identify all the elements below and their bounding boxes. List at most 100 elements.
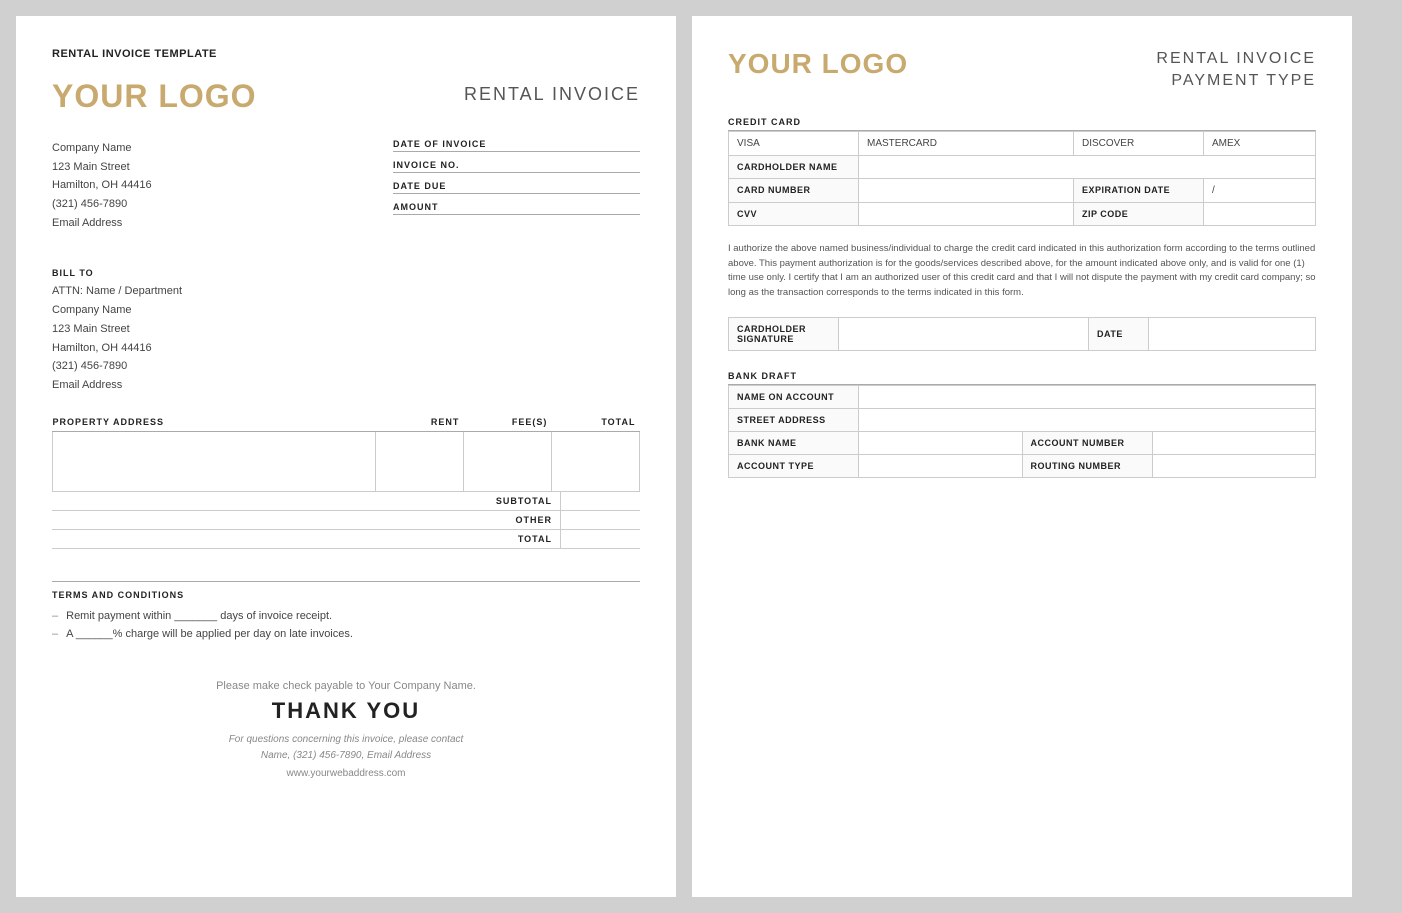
bank-name-value bbox=[859, 431, 1023, 454]
totals-section: SUBTOTAL OTHER TOTAL bbox=[52, 492, 640, 549]
card-type-row: VISA MASTERCARD DISCOVER AMEX bbox=[729, 131, 1316, 155]
auth-text: I authorize the above named business/ind… bbox=[728, 242, 1316, 301]
signature-row: CARDHOLDERSIGNATURE DATE bbox=[729, 317, 1316, 350]
bill-street: 123 Main Street bbox=[52, 320, 640, 339]
sig-date-label: DATE bbox=[1089, 317, 1149, 350]
name-on-account-row: NAME ON ACCOUNT bbox=[729, 385, 1316, 408]
company-info: Company Name 123 Main Street Hamilton, O… bbox=[52, 139, 375, 232]
footer-thankyou: THANK YOU bbox=[52, 698, 640, 724]
right-title-line1: RENTAL INVOICE bbox=[1156, 48, 1316, 70]
left-invoice-title: RENTAL INVOICE bbox=[464, 78, 640, 105]
logo-invoice-row: YOUR LOGO RENTAL INVOICE bbox=[52, 78, 640, 115]
amex-cell: AMEX bbox=[1203, 131, 1315, 155]
company-city: Hamilton, OH 44416 bbox=[52, 176, 375, 195]
credit-card-section: CREDIT CARD VISA MASTERCARD DISCOVER AME… bbox=[728, 117, 1316, 226]
bank-draft-table: NAME ON ACCOUNT STREET ADDRESS BANK NAME… bbox=[728, 385, 1316, 478]
subtotal-row: SUBTOTAL bbox=[52, 492, 640, 511]
other-value bbox=[560, 511, 640, 529]
bill-to-section: BILL TO ATTN: Name / Department Company … bbox=[52, 268, 640, 394]
sig-date-value bbox=[1149, 317, 1316, 350]
cardholder-sig-value bbox=[839, 317, 1089, 350]
other-row: OTHER bbox=[52, 511, 640, 530]
footer-web: www.yourwebaddress.com bbox=[52, 768, 640, 779]
cell-property bbox=[53, 431, 376, 491]
company-email: Email Address bbox=[52, 214, 375, 233]
date-of-invoice-label: DATE OF INVOICE bbox=[393, 139, 640, 152]
account-number-label: ACCOUNT NUMBER bbox=[1022, 431, 1152, 454]
card-number-value bbox=[859, 178, 1074, 202]
invoice-no-label: INVOICE NO. bbox=[393, 160, 640, 173]
footer-contact-line1: For questions concerning this invoice, p… bbox=[52, 732, 640, 748]
cardholder-sig-label: CARDHOLDERSIGNATURE bbox=[729, 317, 839, 350]
account-number-value bbox=[1152, 431, 1316, 454]
right-page: YOUR LOGO RENTAL INVOICE PAYMENT TYPE CR… bbox=[692, 16, 1352, 897]
total-row: TOTAL bbox=[52, 530, 640, 549]
total-value bbox=[560, 530, 640, 548]
street-address-label: STREET ADDRESS bbox=[729, 408, 859, 431]
street-address-value bbox=[859, 408, 1316, 431]
cell-total bbox=[551, 431, 639, 491]
col-rent: RENT bbox=[375, 413, 463, 432]
discover-cell: DISCOVER bbox=[1073, 131, 1203, 155]
subtotal-value bbox=[560, 492, 640, 510]
card-number-label: CARD NUMBER bbox=[729, 178, 859, 202]
signature-table: CARDHOLDERSIGNATURE DATE bbox=[728, 317, 1316, 351]
left-page: RENTAL INVOICE TEMPLATE YOUR LOGO RENTAL… bbox=[16, 16, 676, 897]
routing-number-value bbox=[1152, 454, 1316, 477]
template-title: RENTAL INVOICE TEMPLATE bbox=[52, 48, 640, 60]
amount-label: AMOUNT bbox=[393, 202, 640, 215]
footer-contact-line2: Name, (321) 456-7890, Email Address bbox=[52, 748, 640, 764]
bill-to-label: BILL TO bbox=[52, 268, 640, 278]
footer-section: Please make check payable to Your Compan… bbox=[52, 680, 640, 779]
company-info-block: Company Name 123 Main Street Hamilton, O… bbox=[52, 139, 375, 250]
cvv-row: CVV ZIP CODE bbox=[729, 202, 1316, 225]
cardholder-name-label: CARDHOLDER NAME bbox=[729, 155, 859, 178]
company-street: 123 Main Street bbox=[52, 158, 375, 177]
bill-attn: ATTN: Name / Department bbox=[52, 282, 640, 301]
bank-name-row: BANK NAME ACCOUNT NUMBER bbox=[729, 431, 1316, 454]
street-address-row: STREET ADDRESS bbox=[729, 408, 1316, 431]
footer-check: Please make check payable to Your Compan… bbox=[52, 680, 640, 692]
bill-phone: (321) 456-7890 bbox=[52, 357, 640, 376]
col-property: PROPERTY ADDRESS bbox=[53, 413, 376, 432]
invoice-fields-block: DATE OF INVOICE INVOICE NO. DATE DUE AMO… bbox=[393, 139, 640, 250]
bank-name-label: BANK NAME bbox=[729, 431, 859, 454]
name-on-account-label: NAME ON ACCOUNT bbox=[729, 385, 859, 408]
zip-code-label: ZIP CODE bbox=[1073, 202, 1203, 225]
name-on-account-value bbox=[859, 385, 1316, 408]
terms-title: TERMS AND CONDITIONS bbox=[52, 590, 640, 600]
right-title: RENTAL INVOICE PAYMENT TYPE bbox=[1156, 48, 1316, 93]
right-logo: YOUR LOGO bbox=[728, 48, 908, 80]
right-header: YOUR LOGO RENTAL INVOICE PAYMENT TYPE bbox=[728, 48, 1316, 93]
table-row bbox=[53, 431, 640, 491]
terms-section: TERMS AND CONDITIONS Remit payment withi… bbox=[52, 581, 640, 640]
account-type-label: ACCOUNT TYPE bbox=[729, 454, 859, 477]
company-name: Company Name bbox=[52, 139, 375, 158]
bill-email: Email Address bbox=[52, 376, 640, 395]
cvv-label: CVV bbox=[729, 202, 859, 225]
expiration-date-label: EXPIRATION DATE bbox=[1073, 178, 1203, 202]
cvv-value bbox=[859, 202, 1074, 225]
routing-number-label: ROUTING NUMBER bbox=[1022, 454, 1152, 477]
col-fees: FEE(S) bbox=[463, 413, 551, 432]
terms-item-1: Remit payment within _______ days of inv… bbox=[52, 610, 640, 622]
bill-city: Hamilton, OH 44416 bbox=[52, 339, 640, 358]
card-number-row: CARD NUMBER EXPIRATION DATE / bbox=[729, 178, 1316, 202]
bill-to-info: ATTN: Name / Department Company Name 123… bbox=[52, 282, 640, 394]
property-table: PROPERTY ADDRESS RENT FEE(S) TOTAL bbox=[52, 413, 640, 492]
visa-cell: VISA bbox=[729, 131, 859, 155]
subtotal-label: SUBTOTAL bbox=[440, 492, 560, 510]
bank-draft-section: BANK DRAFT NAME ON ACCOUNT STREET ADDRES… bbox=[728, 371, 1316, 478]
terms-item-2: A ______% charge will be applied per day… bbox=[52, 628, 640, 640]
col-total: TOTAL bbox=[551, 413, 639, 432]
cardholder-name-row: CARDHOLDER NAME bbox=[729, 155, 1316, 178]
other-label: OTHER bbox=[440, 511, 560, 529]
bank-draft-label: BANK DRAFT bbox=[728, 371, 1316, 385]
total-label: TOTAL bbox=[440, 530, 560, 548]
zip-code-value bbox=[1203, 202, 1315, 225]
cell-fees bbox=[463, 431, 551, 491]
date-due-label: DATE DUE bbox=[393, 181, 640, 194]
expiration-date-value: / bbox=[1203, 178, 1315, 202]
cell-rent bbox=[375, 431, 463, 491]
cardholder-name-value bbox=[859, 155, 1316, 178]
